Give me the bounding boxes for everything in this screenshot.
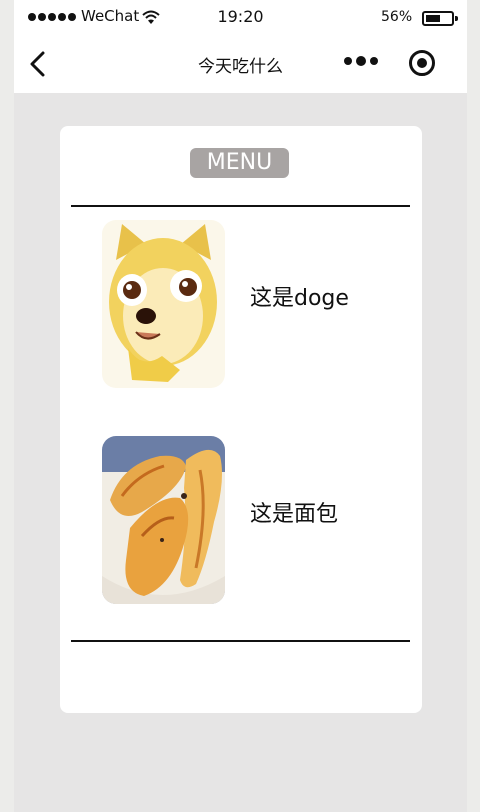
navigation-bar: 今天吃什么 bbox=[14, 34, 467, 93]
more-dots-icon[interactable] bbox=[344, 56, 378, 66]
page-title: 今天吃什么 bbox=[198, 57, 283, 77]
bread-image bbox=[102, 436, 225, 604]
status-bar: WeChat 19:20 56% bbox=[14, 0, 467, 34]
screen-edge bbox=[467, 0, 480, 812]
divider-top bbox=[71, 205, 410, 207]
menu-item-bread[interactable]: 这是面包 bbox=[102, 436, 402, 604]
menu-button[interactable]: MENU bbox=[190, 148, 289, 178]
battery-icon bbox=[422, 11, 458, 26]
menu-item-doge[interactable]: 这是doge bbox=[102, 220, 402, 388]
divider-bottom bbox=[71, 640, 410, 642]
menu-item-label: 这是doge bbox=[250, 286, 349, 311]
menu-card: MENU 这是doge 这是面包 bbox=[60, 126, 422, 713]
target-circle-icon[interactable] bbox=[409, 50, 435, 76]
phone-frame: WeChat 19:20 56% 今天吃什么 MENU 这是doge 这是面包 bbox=[14, 0, 467, 812]
doge-image bbox=[102, 220, 225, 388]
menu-item-label: 这是面包 bbox=[250, 502, 339, 527]
battery-percent: 56% bbox=[381, 9, 413, 25]
